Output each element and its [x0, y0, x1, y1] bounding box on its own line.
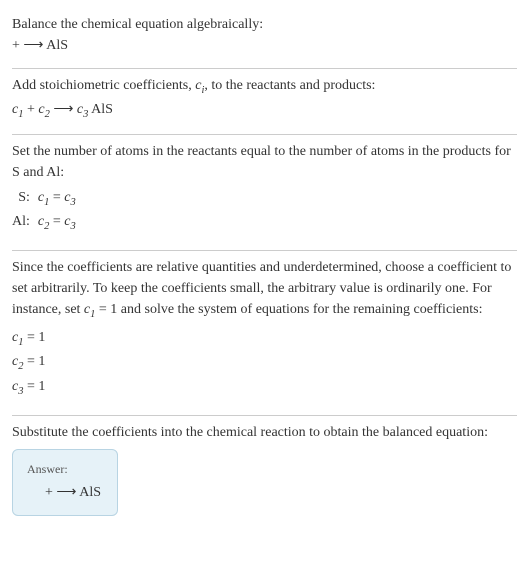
coefficients-equation: c1 + c2 ⟶ c3 AlS [12, 99, 517, 123]
c1: c1 [12, 102, 23, 117]
element-label: S: [12, 187, 38, 211]
c2: c2 [38, 102, 49, 117]
element-equation: c1 = c3 [38, 187, 76, 211]
product: AlS [43, 38, 68, 53]
section-solve: Since the coefficients are relative quan… [12, 251, 517, 416]
list-item: c1 = 1 [12, 327, 517, 351]
section-title: Since the coefficients are relative quan… [12, 257, 517, 323]
arrow-icon: ⟶ [56, 485, 76, 500]
set-coeff: c1 [84, 302, 95, 317]
element-label: Al: [12, 211, 38, 235]
list-item: c2 = 1 [12, 351, 517, 375]
section-title: Balance the chemical equation algebraica… [12, 14, 517, 35]
element-equation: c2 = c3 [38, 211, 76, 235]
answer-label: Answer: [27, 460, 101, 478]
section-title: Substitute the coefficients into the che… [12, 422, 517, 443]
atom-equations-table: S: c1 = c3 Al: c2 = c3 [12, 187, 76, 234]
equation-line: + ⟶ AlS [12, 35, 517, 56]
balanced-equation: + ⟶ AlS [27, 482, 101, 503]
equation-prefix: + [12, 38, 23, 53]
equation-prefix: + [45, 485, 56, 500]
section-answer: Substitute the coefficients into the che… [12, 416, 517, 528]
coefficient-solutions: c1 = 1 c2 = 1 c3 = 1 [12, 327, 517, 400]
section-balance-intro: Balance the chemical equation algebraica… [12, 8, 517, 69]
product: AlS [76, 485, 101, 500]
section-stoichiometric: Add stoichiometric coefficients, ci, to … [12, 69, 517, 135]
table-row: S: c1 = c3 [12, 187, 76, 211]
c3: c3 [77, 102, 88, 117]
section-title: Set the number of atoms in the reactants… [12, 141, 517, 183]
table-row: Al: c2 = c3 [12, 211, 76, 235]
section-atom-count: Set the number of atoms in the reactants… [12, 135, 517, 251]
answer-box: Answer: + ⟶ AlS [12, 449, 118, 516]
arrow-icon: ⟶ [23, 38, 43, 53]
section-title: Add stoichiometric coefficients, ci, to … [12, 75, 517, 99]
list-item: c3 = 1 [12, 376, 517, 400]
